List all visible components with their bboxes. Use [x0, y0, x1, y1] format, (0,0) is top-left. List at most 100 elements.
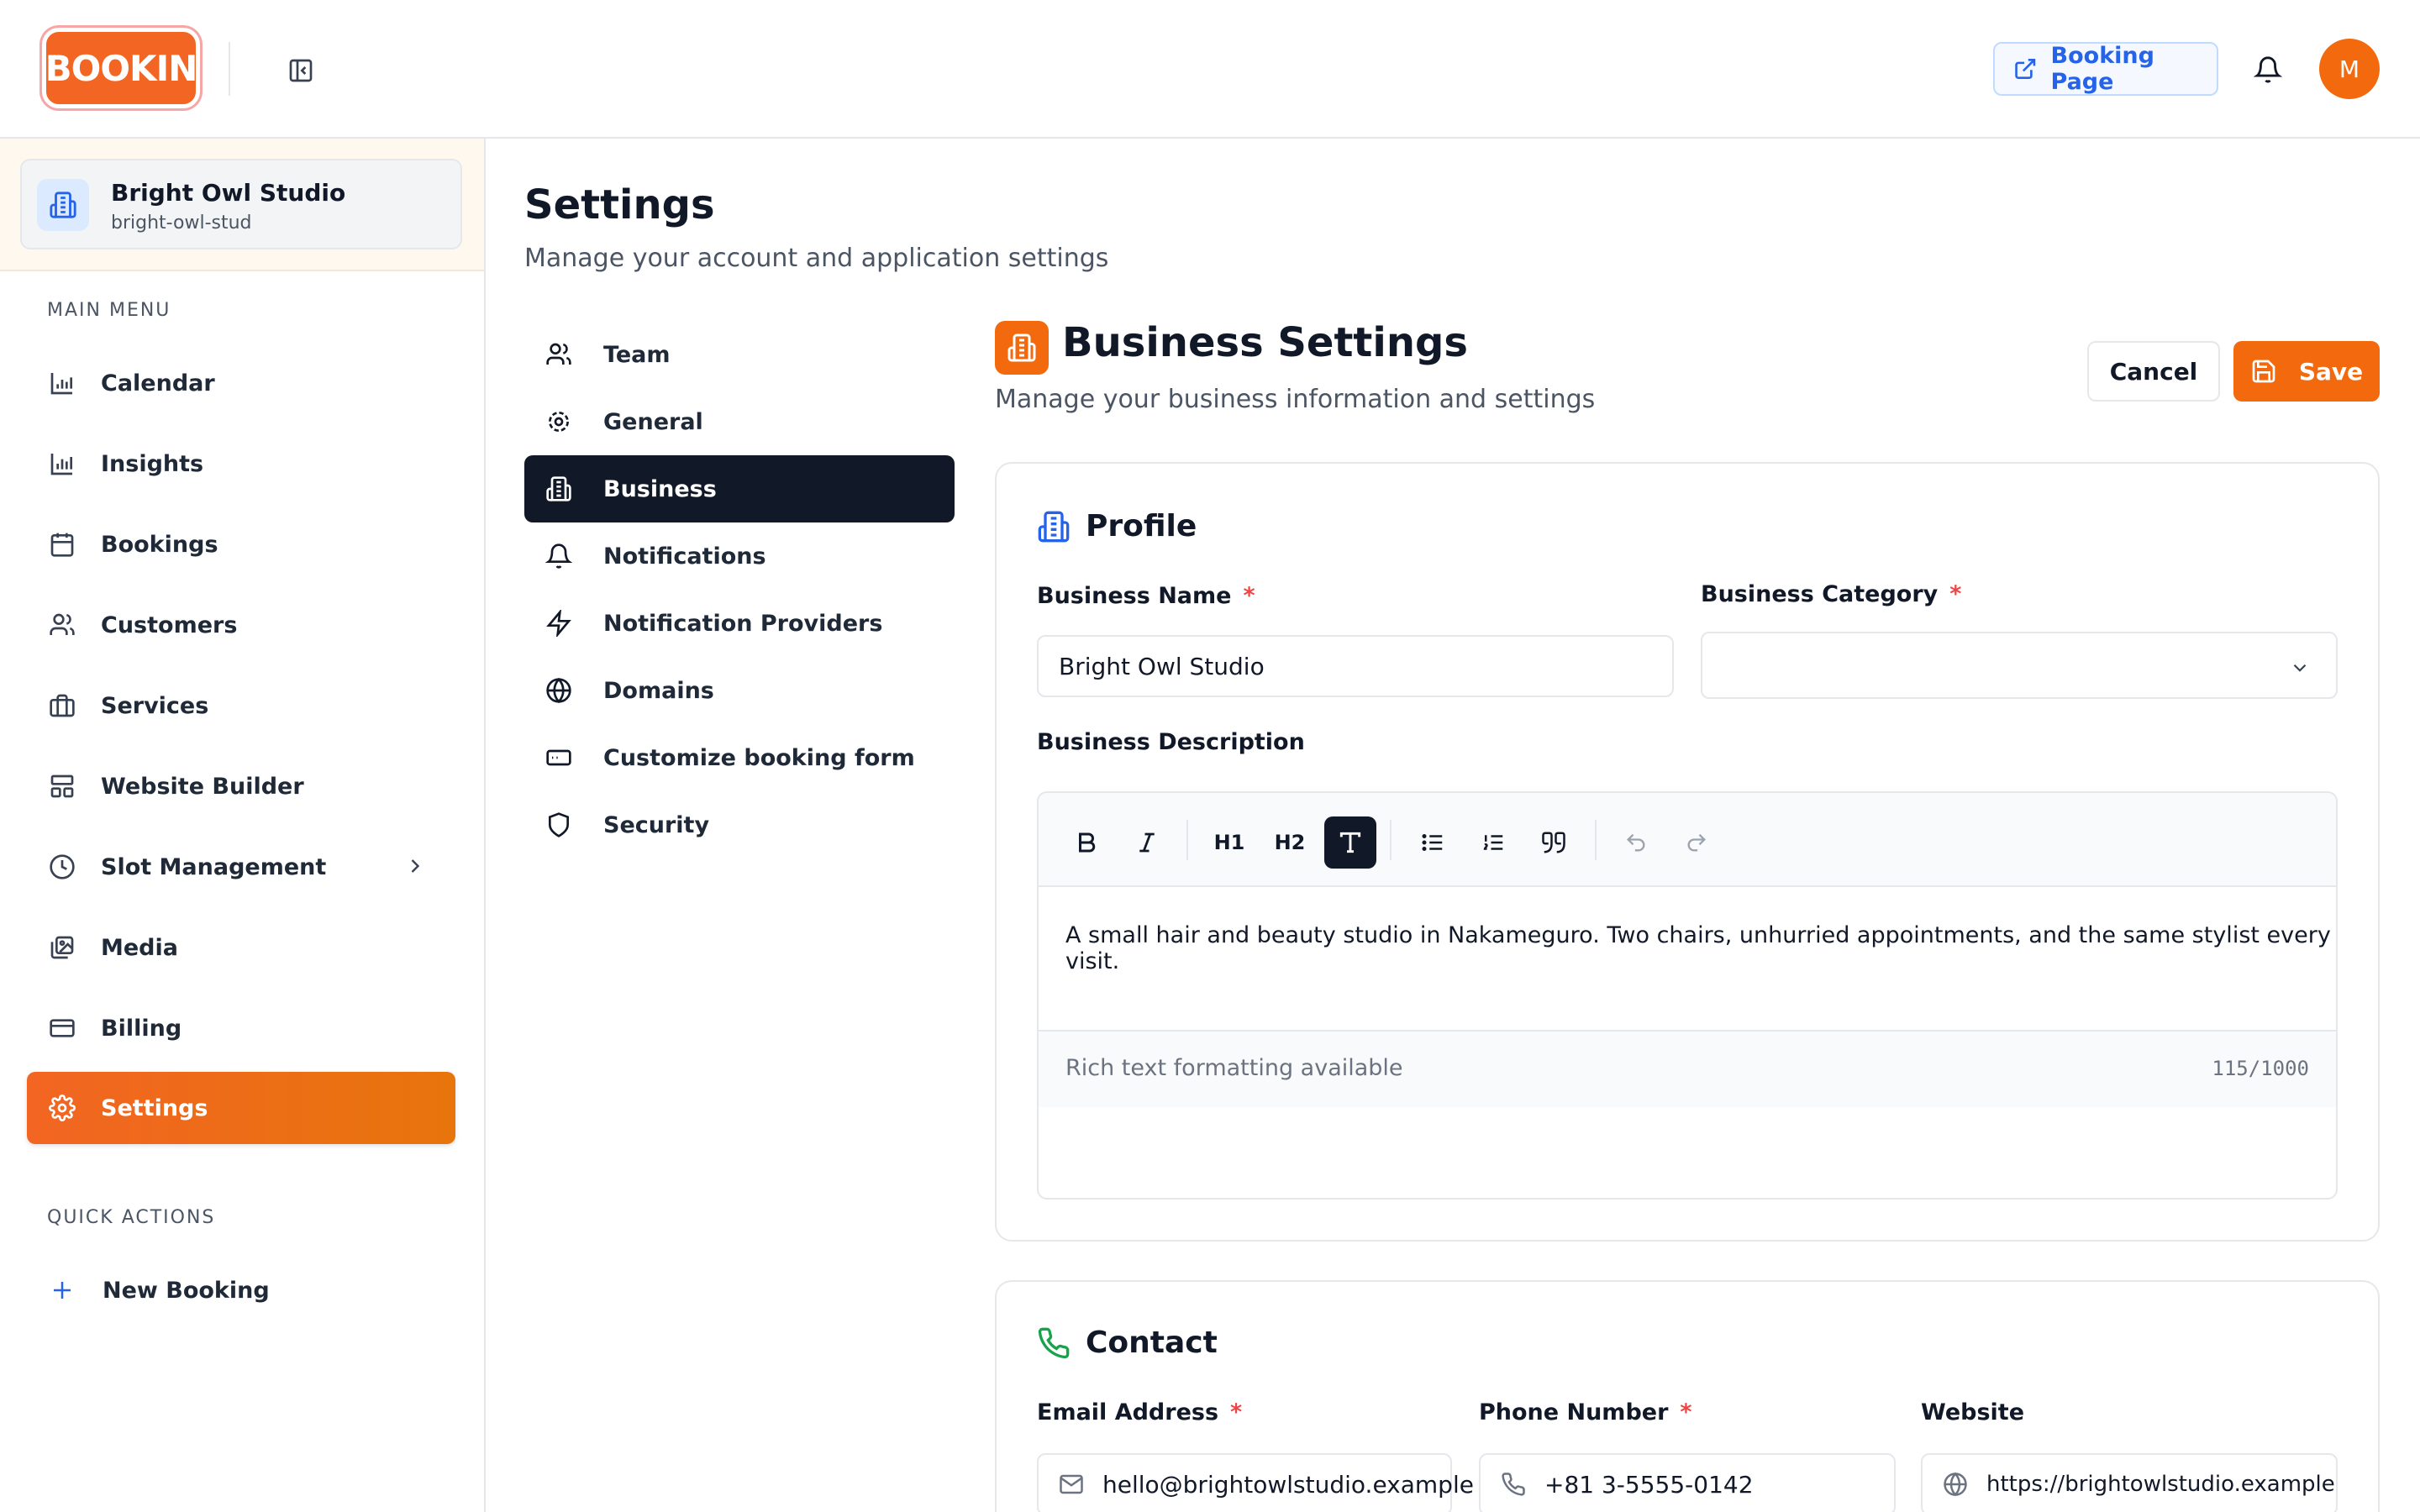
settings-tab-label: Notifications — [603, 543, 766, 570]
email-field[interactable]: hello@brightowlstudio.example — [1037, 1453, 1474, 1512]
new-booking-button[interactable]: New Booking — [27, 1254, 455, 1326]
sidebar-item-website-builder[interactable]: Website Builder — [27, 750, 455, 822]
website-field[interactable]: https://brightowlstudio.example — [1921, 1453, 2338, 1512]
top-header: BOOKIN Booking Page M — [0, 0, 2420, 139]
editor-toolbar: H1 H2 — [1039, 793, 2336, 887]
business-category-select[interactable] — [1701, 632, 2338, 699]
sidebar-item-media[interactable]: Media — [27, 911, 455, 984]
images-icon — [47, 932, 77, 963]
phone-field[interactable]: +81 3-5555-0142 — [1479, 1453, 1896, 1512]
type-icon — [1339, 832, 1361, 853]
zap-icon — [544, 609, 573, 638]
sidebar-item-insights[interactable]: Insights — [27, 428, 455, 500]
required-marker: * — [1243, 583, 1255, 609]
sidebar-item-services[interactable]: Services — [27, 669, 455, 742]
phone-value: +81 3-5555-0142 — [1544, 1470, 1754, 1499]
sidebar-item-label: Slot Management — [101, 853, 327, 880]
save-icon — [2252, 360, 2275, 383]
settings-tab-security[interactable]: Security — [524, 791, 955, 858]
bold-button[interactable] — [1060, 816, 1113, 869]
notifications-button[interactable] — [2249, 50, 2287, 89]
heading-2-label: H2 — [1274, 831, 1306, 854]
external-link-icon — [2015, 58, 2036, 80]
calendar-icon — [47, 529, 77, 559]
bullet-list-button[interactable] — [1407, 816, 1459, 869]
phone-icon — [1501, 1472, 1526, 1497]
email-label: Email Address * — [1037, 1399, 1242, 1425]
booking-page-label: Booking Page — [2050, 43, 2154, 95]
cancel-button[interactable]: Cancel — [2087, 341, 2220, 402]
profile-section-title: Profile — [1037, 509, 1197, 543]
business-category-label: Business Category * — [1701, 581, 1961, 607]
credit-card-icon — [47, 1013, 77, 1043]
settings-tab-label: Domains — [603, 677, 714, 704]
editor-content[interactable]: A small hair and beauty studio in Nakame… — [1065, 922, 2336, 974]
org-name: Bright Owl Studio — [111, 179, 346, 207]
toolbar-divider — [1186, 820, 1188, 860]
editor-footer: Rich text formatting available 115/1000 — [1039, 1030, 2336, 1107]
contact-title: Contact — [1086, 1326, 1218, 1360]
paragraph-button[interactable] — [1324, 816, 1376, 869]
booking-page-button[interactable]: Booking Page — [1993, 42, 2218, 96]
italic-button[interactable] — [1121, 816, 1173, 869]
sidebar-item-settings[interactable]: Settings — [27, 1072, 455, 1144]
business-category-label-text: Business Category — [1701, 581, 1939, 607]
heading-2-button[interactable]: H2 — [1264, 816, 1316, 869]
chevron-down-icon — [2289, 657, 2311, 685]
required-marker: * — [1949, 581, 1962, 607]
settings-tab-domains[interactable]: Domains — [524, 657, 955, 724]
settings-tab-general[interactable]: General — [524, 388, 955, 455]
sidebar-item-bookings[interactable]: Bookings — [27, 508, 455, 580]
settings-tab-label: Team — [603, 341, 671, 368]
building-icon — [1038, 511, 1070, 542]
phone-label-text: Phone Number — [1479, 1399, 1669, 1425]
redo-button[interactable] — [1670, 816, 1723, 869]
ordered-list-button[interactable] — [1467, 816, 1519, 869]
quote-icon — [1542, 832, 1565, 853]
business-settings-subtitle: Manage your business information and set… — [995, 385, 1596, 414]
building-icon — [544, 475, 573, 503]
page-subtitle: Manage your account and application sett… — [524, 244, 1109, 273]
italic-icon — [1139, 832, 1155, 853]
bar-chart-icon — [47, 368, 77, 398]
page-title: Settings — [524, 181, 715, 228]
settings-tab-notification-providers[interactable]: Notification Providers — [524, 590, 955, 657]
sidebar-item-label: Settings — [101, 1095, 208, 1121]
users-icon — [47, 610, 77, 640]
user-avatar[interactable]: M — [2319, 39, 2380, 99]
layout-icon — [47, 771, 77, 801]
website-label: Website — [1921, 1399, 2025, 1425]
save-button[interactable]: Save — [2233, 341, 2380, 402]
org-switcher[interactable]: Bright Owl Studio bright-owl-stud — [20, 159, 462, 249]
sidebar-item-customers[interactable]: Customers — [27, 589, 455, 661]
undo-icon — [1627, 833, 1645, 852]
contact-card: Contact Email Address * hello@brightowlst… — [995, 1280, 2380, 1512]
globe-icon — [1943, 1472, 1968, 1497]
profile-card: Profile Business Name * Bright Owl Studio… — [995, 462, 2380, 1242]
undo-button[interactable] — [1610, 816, 1662, 869]
sidebar-item-slot-management[interactable]: Slot Management — [27, 831, 455, 903]
settings-tab-team[interactable]: Team — [524, 321, 955, 388]
sidebar-item-billing[interactable]: Billing — [27, 992, 455, 1064]
email-label-text: Email Address — [1037, 1399, 1219, 1425]
sidebar-item-label: Website Builder — [101, 773, 304, 800]
business-settings-title: Business Settings — [1062, 319, 1468, 366]
briefcase-icon — [47, 690, 77, 721]
sidebar-item-calendar[interactable]: Calendar — [27, 347, 455, 419]
gear-icon — [544, 407, 573, 436]
settings-tab-business[interactable]: Business — [524, 455, 955, 522]
heading-1-button[interactable]: H1 — [1203, 816, 1255, 869]
settings-tab-notifications[interactable]: Notifications — [524, 522, 955, 590]
settings-tab-customize-booking-form[interactable]: Customize booking form — [524, 724, 955, 791]
sidebar-toggle-button[interactable] — [284, 54, 318, 87]
sidebar-item-label: Bookings — [101, 531, 218, 558]
bookin-logo[interactable]: BOOKIN — [42, 28, 200, 108]
settings-tab-label: Customize booking form — [603, 744, 915, 771]
sidebar-item-label: Billing — [101, 1015, 182, 1042]
required-marker: * — [1680, 1399, 1692, 1425]
blockquote-button[interactable] — [1528, 816, 1580, 869]
clock-icon — [47, 852, 77, 882]
sidebar: Bright Owl Studio bright-owl-stud MAIN M… — [0, 139, 486, 1512]
business-name-input[interactable]: Bright Owl Studio — [1037, 635, 1674, 697]
bell-icon — [544, 542, 573, 570]
